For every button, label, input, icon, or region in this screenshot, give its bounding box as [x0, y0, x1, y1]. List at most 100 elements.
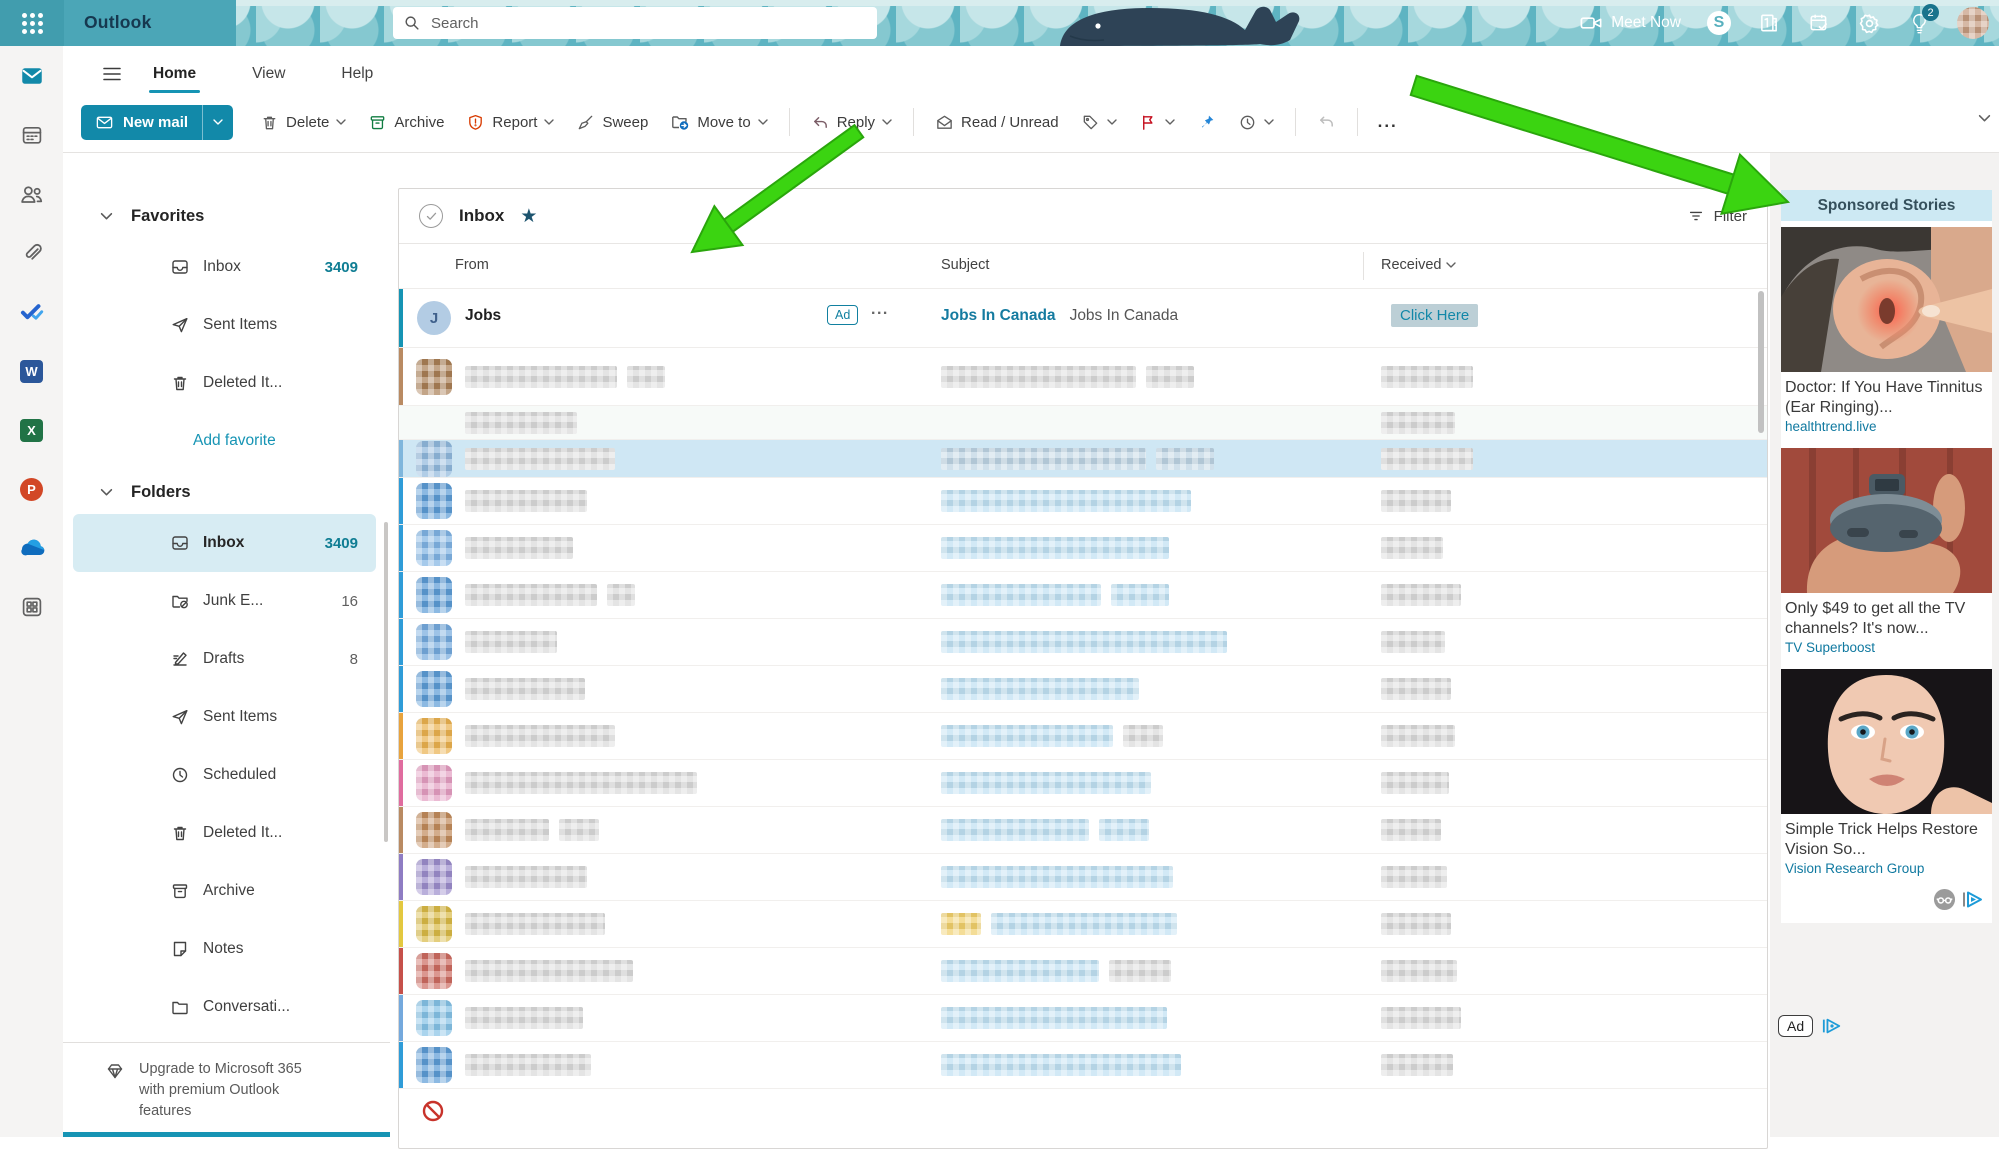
upgrade-promo[interactable]: Upgrade to Microsoft 365 with premium Ou… — [63, 1043, 390, 1122]
sweep-button[interactable]: Sweep — [567, 106, 657, 139]
ad-marker-label[interactable]: Ad — [1778, 1015, 1813, 1037]
email-row-ad[interactable]: J Jobs Ad ... Jobs In Canada Jobs In Can… — [399, 289, 1767, 348]
favorite-star-icon[interactable]: ★ — [520, 205, 537, 228]
favorite-item-sent[interactable]: Sent Items — [73, 296, 376, 354]
folder-item-archive[interactable]: Archive — [73, 862, 376, 920]
ad-source-link[interactable]: Vision Research Group — [1781, 859, 1992, 884]
email-row-redacted[interactable] — [399, 713, 1767, 760]
flag-button[interactable] — [1130, 106, 1184, 139]
email-row-redacted[interactable] — [399, 1042, 1767, 1089]
rail-files-button[interactable] — [16, 237, 48, 269]
adchoices-icon[interactable] — [1962, 891, 1984, 908]
search-input[interactable] — [429, 14, 867, 33]
favorite-item-inbox[interactable]: Inbox 3409 — [73, 238, 376, 296]
row-more-button[interactable]: ... — [871, 301, 889, 319]
email-row-redacted[interactable] — [399, 478, 1767, 525]
rail-mail-button[interactable] — [16, 60, 48, 92]
ad-subject-link[interactable]: Jobs In Canada — [941, 307, 1056, 325]
email-row-redacted[interactable] — [399, 807, 1767, 854]
ad-source-link[interactable]: healthtrend.live — [1781, 417, 1992, 442]
undo-button[interactable] — [1308, 106, 1345, 139]
snooze-button[interactable] — [1229, 106, 1283, 139]
redacted-received — [1381, 631, 1445, 653]
new-mail-button[interactable]: New mail — [81, 105, 233, 140]
email-row-redacted[interactable] — [399, 440, 1767, 478]
ad-click-here-button[interactable]: Click Here — [1391, 304, 1478, 327]
tab-home[interactable]: Home — [151, 59, 198, 89]
sponsored-ad-tinnitus[interactable]: Doctor: If You Have Tinnitus (Ear Ringin… — [1781, 227, 1992, 442]
rail-excel-button[interactable]: X — [16, 414, 48, 446]
sponsored-ad-tv[interactable]: Only $49 to get all the TV channels? It'… — [1781, 448, 1992, 663]
adchoices-icon[interactable] — [1822, 1018, 1842, 1034]
todo-day-button[interactable] — [1807, 11, 1831, 35]
email-row-redacted[interactable] — [399, 666, 1767, 713]
column-subject[interactable]: Subject — [941, 257, 989, 273]
inbox-icon — [170, 257, 190, 277]
select-all-checkbox[interactable] — [419, 204, 443, 228]
rail-word-button[interactable]: W — [16, 355, 48, 387]
read-unread-button[interactable]: Read / Unread — [926, 106, 1068, 139]
email-row-redacted[interactable] — [399, 760, 1767, 807]
redacted-text-block — [941, 490, 1191, 512]
email-row-redacted[interactable] — [399, 348, 1767, 406]
column-from[interactable]: From — [455, 257, 489, 273]
tab-help[interactable]: Help — [339, 59, 375, 89]
reply-button[interactable]: Reply — [802, 106, 901, 139]
email-row-redacted[interactable] — [399, 406, 1767, 440]
new-mail-dropdown[interactable] — [202, 105, 233, 140]
collapse-pane-chevron[interactable] — [1978, 110, 1991, 128]
folders-header[interactable]: Folders — [63, 470, 390, 514]
onenote-feed-button[interactable] — [1757, 11, 1781, 35]
rail-todo-button[interactable] — [16, 296, 48, 328]
add-favorite-link[interactable]: Add favorite — [193, 412, 390, 470]
email-row-redacted[interactable] — [399, 948, 1767, 995]
email-row-redacted[interactable] — [399, 901, 1767, 948]
favorites-header[interactable]: Favorites — [63, 194, 390, 238]
rail-onedrive-button[interactable] — [16, 532, 48, 564]
rail-calendar-button[interactable] — [16, 119, 48, 151]
rail-people-button[interactable] — [16, 178, 48, 210]
tips-button[interactable]: 2 — [1907, 11, 1931, 35]
folder-pane-scrollbar[interactable] — [384, 522, 388, 842]
folder-item-conversation-history[interactable]: Conversati... — [73, 978, 376, 1036]
email-row-partial[interactable] — [399, 1089, 1767, 1133]
pin-button[interactable] — [1188, 106, 1225, 139]
meet-now-button[interactable]: Meet Now — [1579, 11, 1681, 35]
folder-item-junk[interactable]: Junk E... 16 — [73, 572, 376, 630]
email-row-redacted[interactable] — [399, 525, 1767, 572]
skype-icon: S — [1714, 14, 1725, 32]
skype-button[interactable]: S — [1707, 11, 1731, 35]
nav-toggle-button[interactable] — [95, 59, 129, 89]
search-box[interactable] — [393, 7, 877, 39]
rail-more-apps-button[interactable] — [16, 591, 48, 623]
email-row-redacted[interactable] — [399, 572, 1767, 619]
archive-button[interactable]: Archive — [359, 106, 453, 139]
email-row-redacted[interactable] — [399, 619, 1767, 666]
folder-item-inbox[interactable]: Inbox 3409 — [73, 514, 376, 572]
folder-item-deleted[interactable]: Deleted It... — [73, 804, 376, 862]
outbrain-logo-icon[interactable] — [1933, 888, 1956, 911]
favorite-item-deleted[interactable]: Deleted It... — [73, 354, 376, 412]
folder-item-scheduled[interactable]: Scheduled — [73, 746, 376, 804]
delete-button[interactable]: Delete — [251, 106, 355, 139]
sponsored-ad-vision[interactable]: Simple Trick Helps Restore Vision So... … — [1781, 669, 1992, 884]
folder-item-sent[interactable]: Sent Items — [73, 688, 376, 746]
folder-item-drafts[interactable]: Drafts 8 — [73, 630, 376, 688]
folder-item-notes[interactable]: Notes — [73, 920, 376, 978]
report-button[interactable]: Report — [457, 106, 563, 139]
email-row-redacted[interactable] — [399, 854, 1767, 901]
filter-button[interactable]: Filter — [1687, 207, 1747, 225]
report-label: Report — [492, 114, 537, 131]
move-to-button[interactable]: Move to — [661, 105, 776, 139]
email-row-redacted[interactable] — [399, 995, 1767, 1042]
ad-source-link[interactable]: TV Superboost — [1781, 638, 1992, 663]
settings-button[interactable] — [1857, 11, 1881, 35]
message-list-scrollbar[interactable] — [1758, 291, 1764, 433]
tab-view[interactable]: View — [250, 59, 287, 89]
column-received[interactable]: Received — [1381, 257, 1456, 273]
rail-powerpoint-button[interactable]: P — [16, 473, 48, 505]
toolbar-more-button[interactable]: ... — [1370, 112, 1406, 132]
categorize-button[interactable] — [1072, 106, 1126, 139]
account-avatar[interactable] — [1957, 7, 1989, 39]
app-launcher-button[interactable] — [0, 0, 64, 46]
